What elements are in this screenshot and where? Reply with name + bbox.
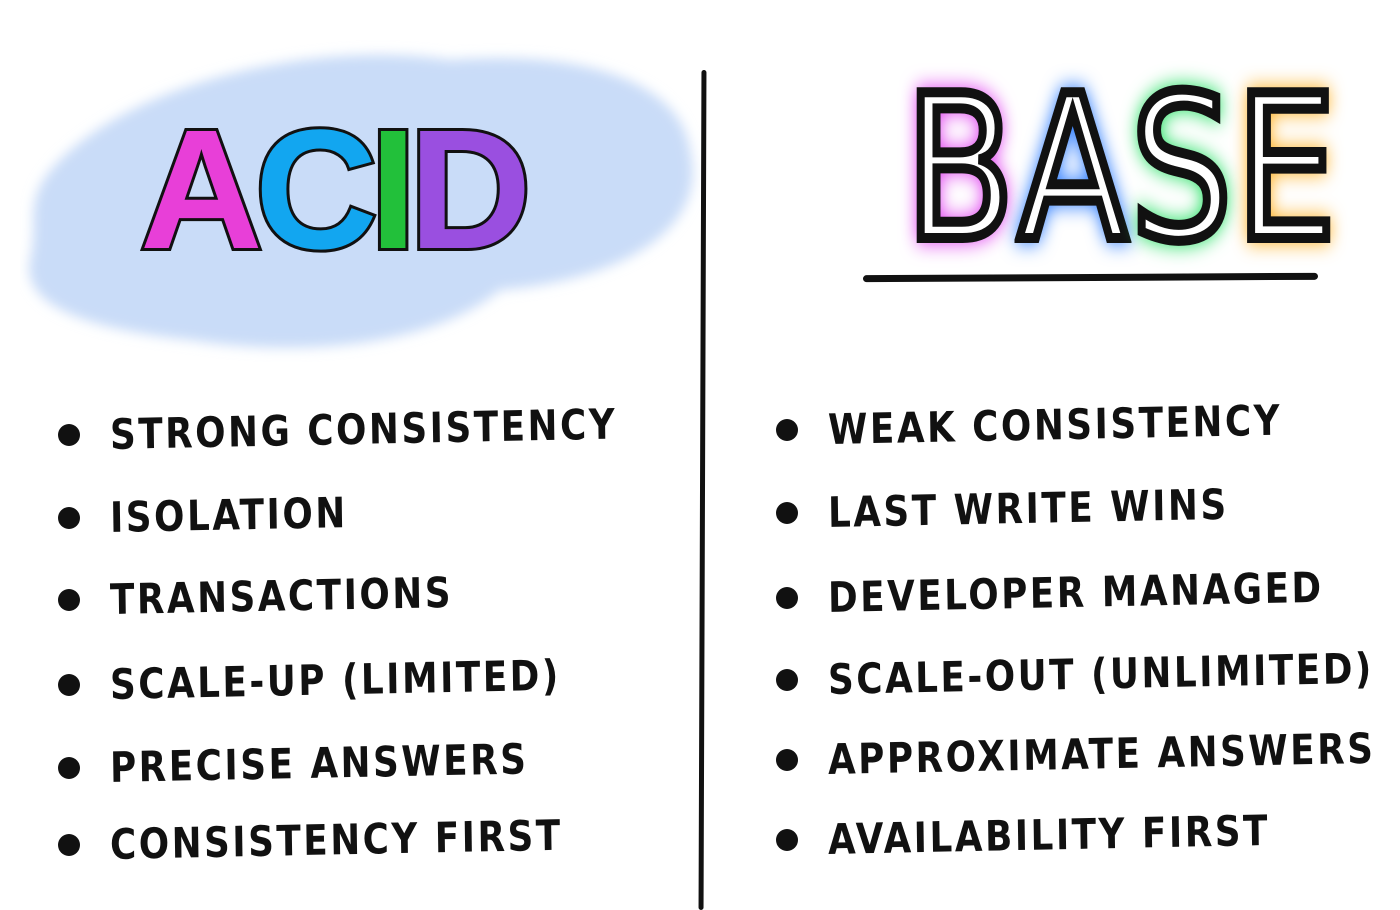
bullet-icon (58, 673, 80, 696)
list-item: DEVELOPER MANAGED (776, 563, 1400, 622)
acid-letter-i: I (367, 95, 420, 285)
bullet-icon (776, 668, 798, 691)
base-title: BASE (901, 65, 1341, 275)
acid-letter-d: D (406, 95, 535, 285)
list-item: SCALE-UP (LIMITED) (58, 651, 640, 709)
bullet-icon (58, 833, 80, 856)
bullet-icon (58, 588, 80, 611)
bullet-icon (58, 756, 80, 779)
acid-title: ACID (137, 102, 535, 278)
bullet-icon (776, 501, 798, 524)
bullet-icon (58, 506, 80, 529)
bullet-icon (776, 586, 798, 609)
list-item: WEAK CONSISTENCY (776, 396, 1362, 454)
list-item: AVAILABILITY FIRST (776, 806, 1348, 864)
bullet-icon (58, 423, 80, 446)
list-item: PRECISE ANSWERS (58, 734, 602, 792)
list-item: LAST WRITE WINS (776, 480, 1299, 537)
base-letter-s: S (1127, 53, 1237, 286)
list-item: SCALE-OUT (UNLIMITED) (776, 644, 1400, 704)
bullet-icon (776, 418, 798, 441)
bullet-icon (776, 748, 798, 771)
list-item: APPROXIMATE ANSWERS (776, 724, 1400, 784)
list-item: ISOLATION (58, 488, 390, 542)
bullet-icon (776, 828, 798, 851)
acid-letter-c: C (252, 95, 381, 285)
base-letter-b: B (901, 53, 1019, 286)
base-letter-a: A (1014, 53, 1131, 286)
list-item: STRONG CONSISTENCY (58, 400, 707, 459)
acid-letter-a: A (137, 95, 266, 285)
list-item: CONSISTENCY FIRST (58, 811, 643, 869)
base-letter-e: E (1231, 53, 1340, 286)
list-item: TRANSACTIONS (58, 568, 514, 624)
